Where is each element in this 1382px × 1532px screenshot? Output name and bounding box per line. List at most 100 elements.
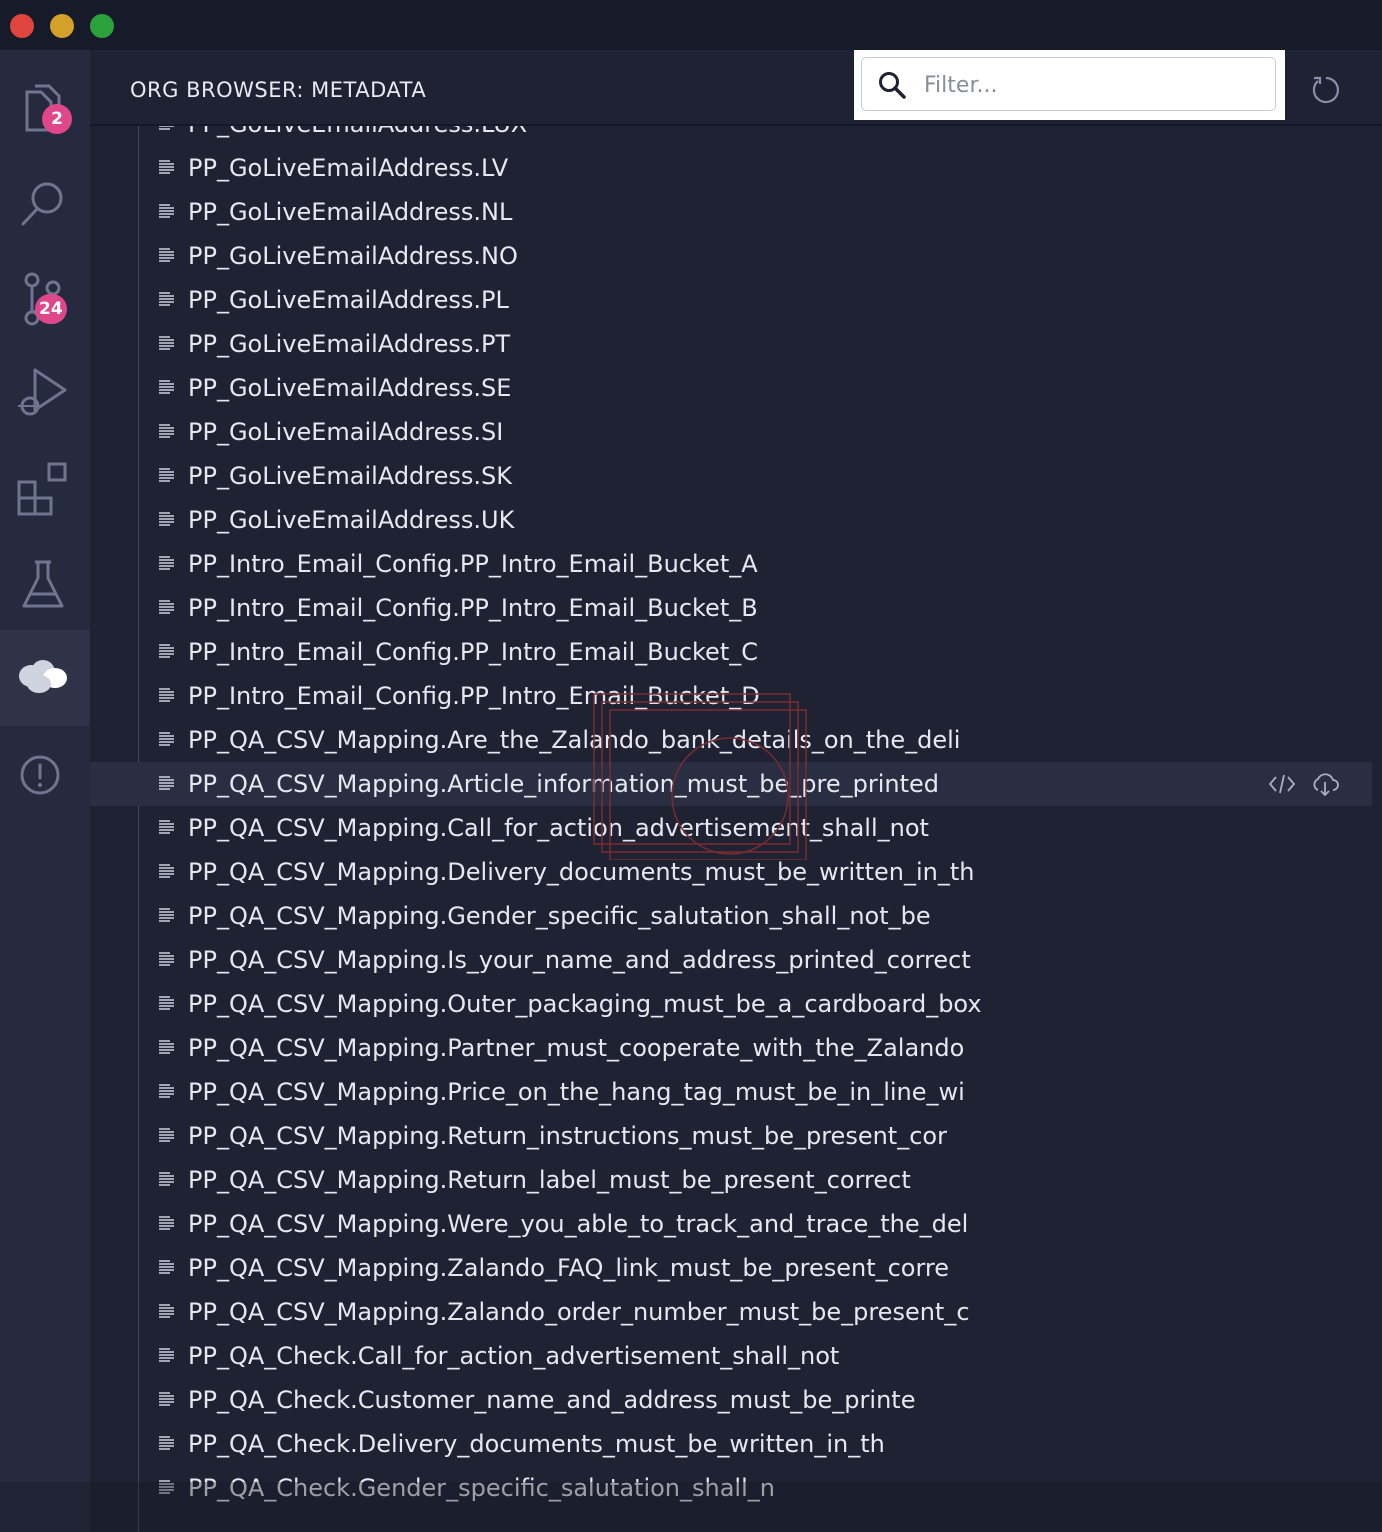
list-lines-icon bbox=[159, 1304, 174, 1318]
list-lines-icon bbox=[159, 732, 174, 746]
code-icon[interactable] bbox=[1268, 771, 1296, 797]
cloud-download-icon[interactable] bbox=[1310, 771, 1340, 797]
tree-item[interactable]: PP_GoLiveEmailAddress.PL bbox=[90, 278, 1372, 322]
extensions-icon bbox=[17, 462, 67, 516]
activity-testing[interactable] bbox=[0, 538, 90, 634]
tree-item-label: PP_QA_Check.Customer_name_and_address_mu… bbox=[188, 1386, 916, 1414]
tree-item-label: PP_GoLiveEmailAddress.SK bbox=[188, 462, 512, 490]
tree-item[interactable]: PP_GoLiveEmailAddress.SK bbox=[90, 454, 1372, 498]
tree-item[interactable]: PP_Intro_Email_Config.PP_Intro_Email_Buc… bbox=[90, 542, 1372, 586]
tree-item[interactable]: PP_QA_CSV_Mapping.Are_the_Zalando_bank_d… bbox=[90, 718, 1372, 762]
list-lines-icon bbox=[159, 1040, 174, 1054]
tree-item-label: PP_GoLiveEmailAddress.SI bbox=[188, 418, 504, 446]
tree-item-label: PP_Intro_Email_Config.PP_Intro_Email_Buc… bbox=[188, 682, 760, 710]
tree-item-label: PP_QA_CSV_Mapping.Price_on_the_hang_tag_… bbox=[188, 1078, 965, 1106]
tree-item-label: PP_QA_CSV_Mapping.Outer_packaging_must_b… bbox=[188, 990, 982, 1018]
panel-header: ORG BROWSER: METADATA bbox=[90, 50, 1382, 126]
activity-source-control[interactable]: 24 bbox=[0, 250, 90, 346]
list-lines-icon bbox=[159, 952, 174, 966]
activity-extensions[interactable] bbox=[0, 442, 90, 538]
tree-item-label: PP_QA_CSV_Mapping.Delivery_documents_mus… bbox=[188, 858, 975, 886]
tree-item-label: PP_QA_CSV_Mapping.Zalando_FAQ_link_must_… bbox=[188, 1254, 950, 1282]
run-debug-icon bbox=[18, 368, 67, 416]
tree-item[interactable]: PP_QA_Check.Delivery_documents_must_be_w… bbox=[90, 1422, 1372, 1466]
list-lines-icon bbox=[159, 160, 174, 174]
tree-item[interactable]: PP_GoLiveEmailAddress.PT bbox=[90, 322, 1372, 366]
activity-search[interactable] bbox=[0, 154, 90, 250]
tree-item-label: PP_QA_CSV_Mapping.Return_label_must_be_p… bbox=[188, 1166, 911, 1194]
window-titlebar bbox=[0, 0, 1382, 50]
tree-item[interactable]: PP_Intro_Email_Config.PP_Intro_Email_Buc… bbox=[90, 630, 1372, 674]
tree-item[interactable]: PP_GoLiveEmailAddress.LV bbox=[90, 146, 1372, 190]
list-lines-icon bbox=[159, 556, 174, 570]
tree-item[interactable]: PP_GoLiveEmailAddress.UK bbox=[90, 498, 1372, 542]
tree-item[interactable]: PP_QA_CSV_Mapping.Outer_packaging_must_b… bbox=[90, 982, 1372, 1026]
list-lines-icon bbox=[159, 1392, 174, 1406]
salesforce-cloud-icon bbox=[19, 660, 67, 693]
metadata-tree: PP_GoLiveEmailAddress.LUXPP_GoLiveEmailA… bbox=[90, 112, 1382, 1532]
tree-item[interactable]: PP_Intro_Email_Config.PP_Intro_Email_Buc… bbox=[90, 586, 1372, 630]
panel-title: ORG BROWSER: METADATA bbox=[130, 78, 427, 102]
search-icon bbox=[879, 72, 906, 99]
tree-item[interactable]: PP_QA_CSV_Mapping.Article_information_mu… bbox=[90, 762, 1372, 806]
tree-item[interactable]: PP_GoLiveEmailAddress.NL bbox=[90, 190, 1372, 234]
tree-item[interactable]: PP_QA_CSV_Mapping.Zalando_order_number_m… bbox=[90, 1290, 1372, 1334]
list-lines-icon bbox=[159, 292, 174, 306]
tree-item-label: PP_QA_Check.Delivery_documents_must_be_w… bbox=[188, 1430, 885, 1458]
tree-item-label: PP_GoLiveEmailAddress.SE bbox=[188, 374, 512, 402]
tree-item[interactable]: PP_QA_Check.Call_for_action_advertisemen… bbox=[90, 1334, 1372, 1378]
tree-item-label: PP_QA_CSV_Mapping.Were_you_able_to_track… bbox=[188, 1210, 969, 1238]
tree-item[interactable]: PP_GoLiveEmailAddress.SI bbox=[90, 410, 1372, 454]
row-actions bbox=[1268, 771, 1340, 797]
list-lines-icon bbox=[159, 1172, 174, 1186]
minimize-window-button[interactable] bbox=[50, 14, 74, 38]
activity-bar: 2 24 bbox=[0, 50, 90, 1532]
tree-item[interactable]: PP_GoLiveEmailAddress.SE bbox=[90, 366, 1372, 410]
tree-item[interactable]: PP_QA_CSV_Mapping.Partner_must_cooperate… bbox=[90, 1026, 1372, 1070]
list-lines-icon bbox=[159, 644, 174, 658]
tree-item-label: PP_QA_CSV_Mapping.Is_your_name_and_addre… bbox=[188, 946, 971, 974]
activity-explorer[interactable]: 2 bbox=[0, 58, 90, 154]
bottom-fade bbox=[0, 1482, 1382, 1532]
tree-item-label: PP_QA_CSV_Mapping.Are_the_Zalando_bank_d… bbox=[188, 726, 961, 754]
tree-item[interactable]: PP_QA_CSV_Mapping.Delivery_documents_mus… bbox=[90, 850, 1372, 894]
list-lines-icon bbox=[159, 248, 174, 262]
tree-item-label: PP_QA_CSV_Mapping.Call_for_action_advert… bbox=[188, 814, 929, 842]
list-lines-icon bbox=[159, 468, 174, 482]
refresh-icon[interactable] bbox=[1310, 74, 1342, 106]
tree-item[interactable]: PP_QA_CSV_Mapping.Return_label_must_be_p… bbox=[90, 1158, 1372, 1202]
list-lines-icon bbox=[159, 1348, 174, 1362]
tree-item[interactable]: PP_QA_CSV_Mapping.Price_on_the_hang_tag_… bbox=[90, 1070, 1372, 1114]
tree-item[interactable]: PP_QA_CSV_Mapping.Were_you_able_to_track… bbox=[90, 1202, 1372, 1246]
tree-item[interactable]: PP_QA_Check.Customer_name_and_address_mu… bbox=[90, 1378, 1372, 1422]
tree-item[interactable]: PP_QA_CSV_Mapping.Return_instructions_mu… bbox=[90, 1114, 1372, 1158]
maximize-window-button[interactable] bbox=[90, 14, 114, 38]
list-lines-icon bbox=[159, 336, 174, 350]
activity-run-debug[interactable] bbox=[0, 346, 90, 442]
close-window-button[interactable] bbox=[10, 14, 34, 38]
org-browser-panel: ORG BROWSER: METADATA PP_GoLiveEmailAddr… bbox=[90, 50, 1382, 1532]
tree-item-label: PP_QA_CSV_Mapping.Gender_specific_saluta… bbox=[188, 902, 931, 930]
warning-circle-icon bbox=[20, 755, 60, 795]
list-lines-icon bbox=[159, 1084, 174, 1098]
tree-item-label: PP_QA_CSV_Mapping.Return_instructions_mu… bbox=[188, 1122, 947, 1150]
tree-item[interactable]: PP_QA_CSV_Mapping.Gender_specific_saluta… bbox=[90, 894, 1372, 938]
tree-item[interactable]: PP_QA_CSV_Mapping.Zalando_FAQ_link_must_… bbox=[90, 1246, 1372, 1290]
tree-item-label: PP_Intro_Email_Config.PP_Intro_Email_Buc… bbox=[188, 550, 758, 578]
tree-item[interactable]: PP_GoLiveEmailAddress.NO bbox=[90, 234, 1372, 278]
activity-org-browser[interactable] bbox=[0, 630, 90, 726]
list-lines-icon bbox=[159, 1128, 174, 1142]
filter-container bbox=[854, 50, 1285, 120]
list-lines-icon bbox=[159, 996, 174, 1010]
tree-item-label: PP_GoLiveEmailAddress.NO bbox=[188, 242, 518, 270]
tree-item[interactable]: PP_QA_CSV_Mapping.Call_for_action_advert… bbox=[90, 806, 1372, 850]
list-lines-icon bbox=[159, 600, 174, 614]
filter-input[interactable] bbox=[922, 66, 1266, 104]
activity-problems[interactable] bbox=[0, 726, 90, 822]
list-lines-icon bbox=[159, 204, 174, 218]
tree-item[interactable]: PP_QA_CSV_Mapping.Is_your_name_and_addre… bbox=[90, 938, 1372, 982]
tree-item-label: PP_GoLiveEmailAddress.UK bbox=[188, 506, 515, 534]
tree-item-label: PP_GoLiveEmailAddress.PL bbox=[188, 286, 509, 314]
list-lines-icon bbox=[159, 380, 174, 394]
tree-item[interactable]: PP_Intro_Email_Config.PP_Intro_Email_Buc… bbox=[90, 674, 1372, 718]
